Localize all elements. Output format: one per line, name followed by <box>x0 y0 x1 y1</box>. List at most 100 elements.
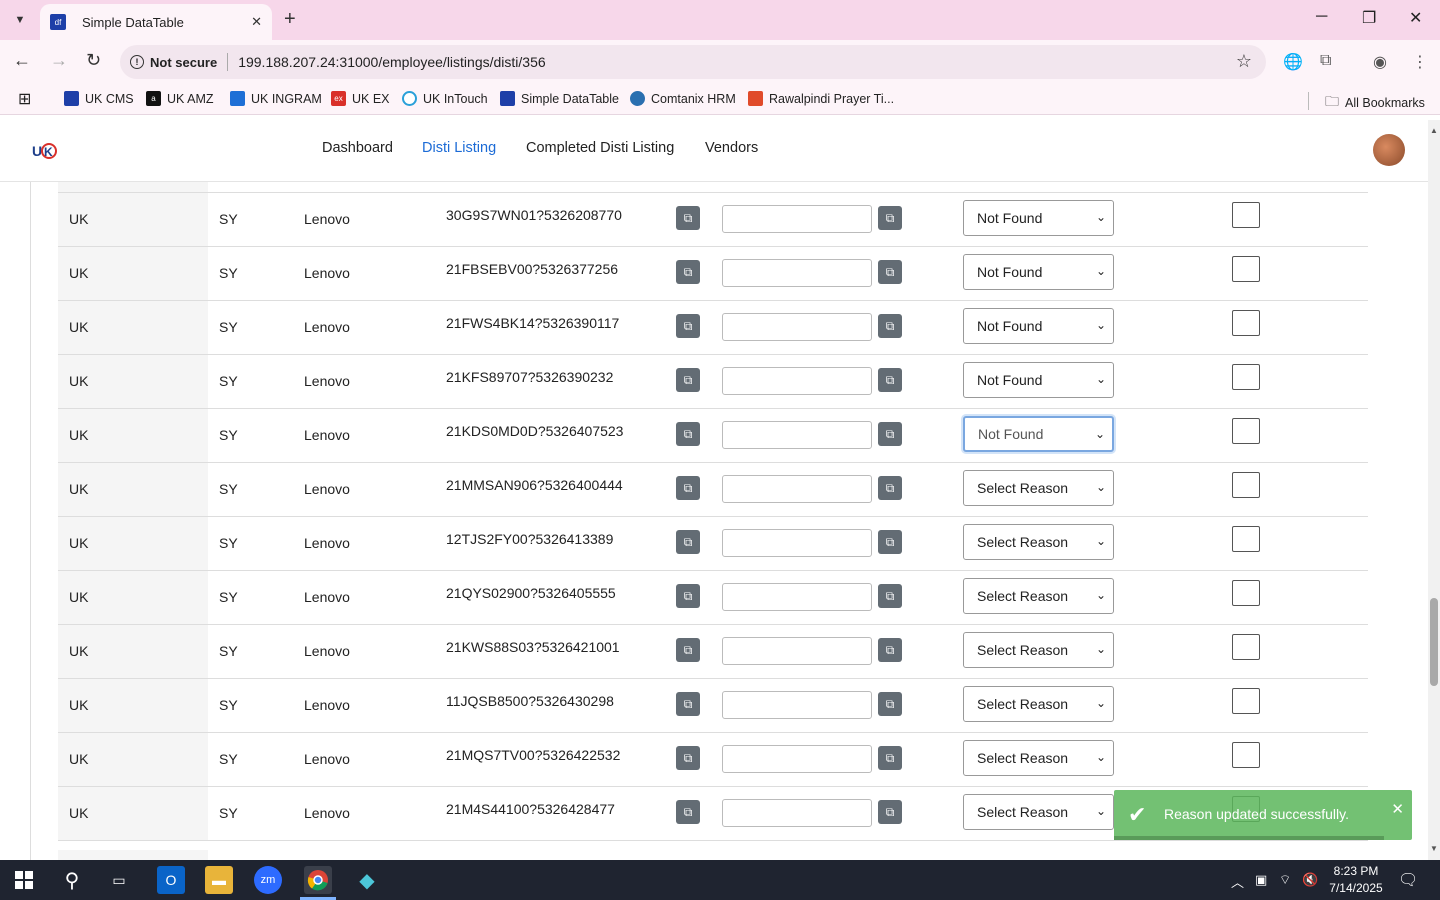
copy-icon[interactable]: ⧉ <box>676 314 700 338</box>
paste-copy-icon[interactable]: ⧉ <box>878 206 902 230</box>
value-input[interactable] <box>722 583 872 611</box>
paste-copy-icon[interactable]: ⧉ <box>878 260 902 284</box>
browser-tab[interactable]: df Simple DataTable ✕ <box>40 4 272 40</box>
row-checkbox[interactable] <box>1232 526 1260 552</box>
bookmark-uk-ex[interactable]: ex UK EX <box>331 91 390 106</box>
close-window-icon[interactable]: ✕ <box>1409 8 1422 28</box>
bookmark-uk-amz[interactable]: a UK AMZ <box>146 91 214 106</box>
copy-icon[interactable]: ⧉ <box>676 692 700 716</box>
address-bar[interactable]: ! Not secure 199.188.207.24:31000/employ… <box>120 45 1266 79</box>
copy-icon[interactable]: ⧉ <box>676 746 700 770</box>
reason-select[interactable]: Select Reason ⌄ <box>963 470 1114 506</box>
wifi-icon[interactable]: ⌔ <box>1279 872 1291 888</box>
row-checkbox[interactable] <box>1232 634 1260 660</box>
task-view-icon[interactable]: ▭ <box>105 866 133 894</box>
bookmark-star-icon[interactable]: ☆ <box>1236 51 1252 72</box>
new-tab-button[interactable]: + <box>284 8 296 31</box>
bookmark-uk-intouch[interactable]: UK InTouch <box>402 91 488 106</box>
bookmark-comtanix-hrm[interactable]: Comtanix HRM <box>630 91 736 106</box>
not-secure-label[interactable]: Not secure <box>150 55 217 70</box>
row-checkbox[interactable] <box>1232 418 1260 444</box>
copy-icon[interactable]: ⧉ <box>676 368 700 392</box>
nav-dashboard[interactable]: Dashboard <box>322 140 393 156</box>
reason-select[interactable]: Not Found ⌄ <box>963 200 1114 236</box>
paste-copy-icon[interactable]: ⧉ <box>878 746 902 770</box>
url-text[interactable]: 199.188.207.24:31000/employee/listings/d… <box>238 54 545 70</box>
tray-chevron-up-icon[interactable]: ︿ <box>1231 872 1244 891</box>
avatar[interactable] <box>1373 134 1405 166</box>
reason-select[interactable]: Select Reason ⌄ <box>963 524 1114 560</box>
toast-close-icon[interactable]: ✕ <box>1391 800 1404 818</box>
value-input[interactable] <box>722 421 872 449</box>
search-icon[interactable]: ⚲ <box>58 866 86 894</box>
row-checkbox[interactable] <box>1232 580 1260 606</box>
paste-copy-icon[interactable]: ⧉ <box>878 800 902 824</box>
minimize-icon[interactable]: ─ <box>1316 8 1327 26</box>
system-clock[interactable]: 8:23 PM 7/14/2025 <box>1318 863 1394 897</box>
copy-icon[interactable]: ⧉ <box>676 206 700 230</box>
menu-kebab-icon[interactable]: ⋮ <box>1412 52 1428 72</box>
value-input[interactable] <box>722 637 872 665</box>
volume-muted-icon[interactable]: 🔇 <box>1302 872 1318 888</box>
copy-icon[interactable]: ⧉ <box>676 260 700 284</box>
scroll-up-icon[interactable]: ▲ <box>1430 126 1438 135</box>
nav-completed-disti-listing[interactable]: Completed Disti Listing <box>526 140 674 156</box>
reason-select[interactable]: Not Found ⌄ <box>963 308 1114 344</box>
row-checkbox[interactable] <box>1232 310 1260 336</box>
reason-select[interactable]: Select Reason ⌄ <box>963 632 1114 668</box>
nav-vendors[interactable]: Vendors <box>705 140 758 156</box>
maximize-icon[interactable]: ❐ <box>1362 8 1376 28</box>
reason-select[interactable]: Not Found ⌄ <box>963 416 1114 452</box>
reason-select[interactable]: Not Found ⌄ <box>963 254 1114 290</box>
value-input[interactable] <box>722 259 872 287</box>
paste-copy-icon[interactable]: ⧉ <box>878 368 902 392</box>
value-input[interactable] <box>722 313 872 341</box>
uk-logo-icon[interactable]: U K <box>32 140 58 162</box>
copy-icon[interactable]: ⧉ <box>676 530 700 554</box>
value-input[interactable] <box>722 691 872 719</box>
back-icon[interactable]: ← <box>13 50 31 71</box>
copy-icon[interactable]: ⧉ <box>676 800 700 824</box>
tray-network-icon[interactable]: ▣ <box>1255 872 1267 888</box>
tab-close-icon[interactable]: ✕ <box>251 14 262 30</box>
bookmark-uk-ingram[interactable]: UK INGRAM <box>230 91 322 106</box>
reason-select[interactable]: Select Reason ⌄ <box>963 794 1114 830</box>
chrome-icon[interactable] <box>304 866 332 894</box>
copy-icon[interactable]: ⧉ <box>676 584 700 608</box>
windows-start-icon[interactable] <box>10 866 38 894</box>
app-diamond-icon[interactable]: ◆ <box>353 866 381 894</box>
paste-copy-icon[interactable]: ⧉ <box>878 422 902 446</box>
nav-disti-listing[interactable]: Disti Listing <box>422 140 496 156</box>
forward-icon[interactable]: → <box>50 50 68 71</box>
paste-copy-icon[interactable]: ⧉ <box>878 314 902 338</box>
row-checkbox[interactable] <box>1232 472 1260 498</box>
copy-icon[interactable]: ⧉ <box>676 476 700 500</box>
value-input[interactable] <box>722 205 872 233</box>
apps-grid-icon[interactable]: ⊞ <box>18 89 31 109</box>
row-checkbox[interactable] <box>1232 364 1260 390</box>
extensions-icon[interactable]: ⧉ <box>1320 52 1331 70</box>
value-input[interactable] <box>722 475 872 503</box>
bookmark-rawalpindi-prayer[interactable]: Rawalpindi Prayer Ti... <box>748 91 894 106</box>
paste-copy-icon[interactable]: ⧉ <box>878 476 902 500</box>
copy-icon[interactable]: ⧉ <box>676 638 700 662</box>
paste-copy-icon[interactable]: ⧉ <box>878 530 902 554</box>
tab-search-chevron-icon[interactable]: ▼ <box>6 6 34 34</box>
reason-select[interactable]: Select Reason ⌄ <box>963 740 1114 776</box>
row-checkbox[interactable] <box>1232 256 1260 282</box>
copy-icon[interactable]: ⧉ <box>676 422 700 446</box>
file-explorer-icon[interactable]: ▬ <box>205 866 233 894</box>
scroll-down-icon[interactable]: ▼ <box>1430 844 1438 853</box>
all-bookmarks[interactable]: 🗀 All Bookmarks <box>1325 91 1425 115</box>
translate-icon[interactable]: 🌐 <box>1283 52 1303 72</box>
value-input[interactable] <box>722 799 872 827</box>
row-checkbox[interactable] <box>1232 688 1260 714</box>
value-input[interactable] <box>722 367 872 395</box>
reload-icon[interactable]: ↻ <box>86 50 101 71</box>
notifications-icon[interactable]: 🗨 <box>1398 870 1418 890</box>
row-checkbox[interactable] <box>1232 202 1260 228</box>
outlook-icon[interactable]: O <box>157 866 185 894</box>
page-scrollbar[interactable]: ▲ ▼ <box>1428 120 1440 860</box>
reason-select[interactable]: Select Reason ⌄ <box>963 686 1114 722</box>
reason-select[interactable]: Select Reason ⌄ <box>963 578 1114 614</box>
